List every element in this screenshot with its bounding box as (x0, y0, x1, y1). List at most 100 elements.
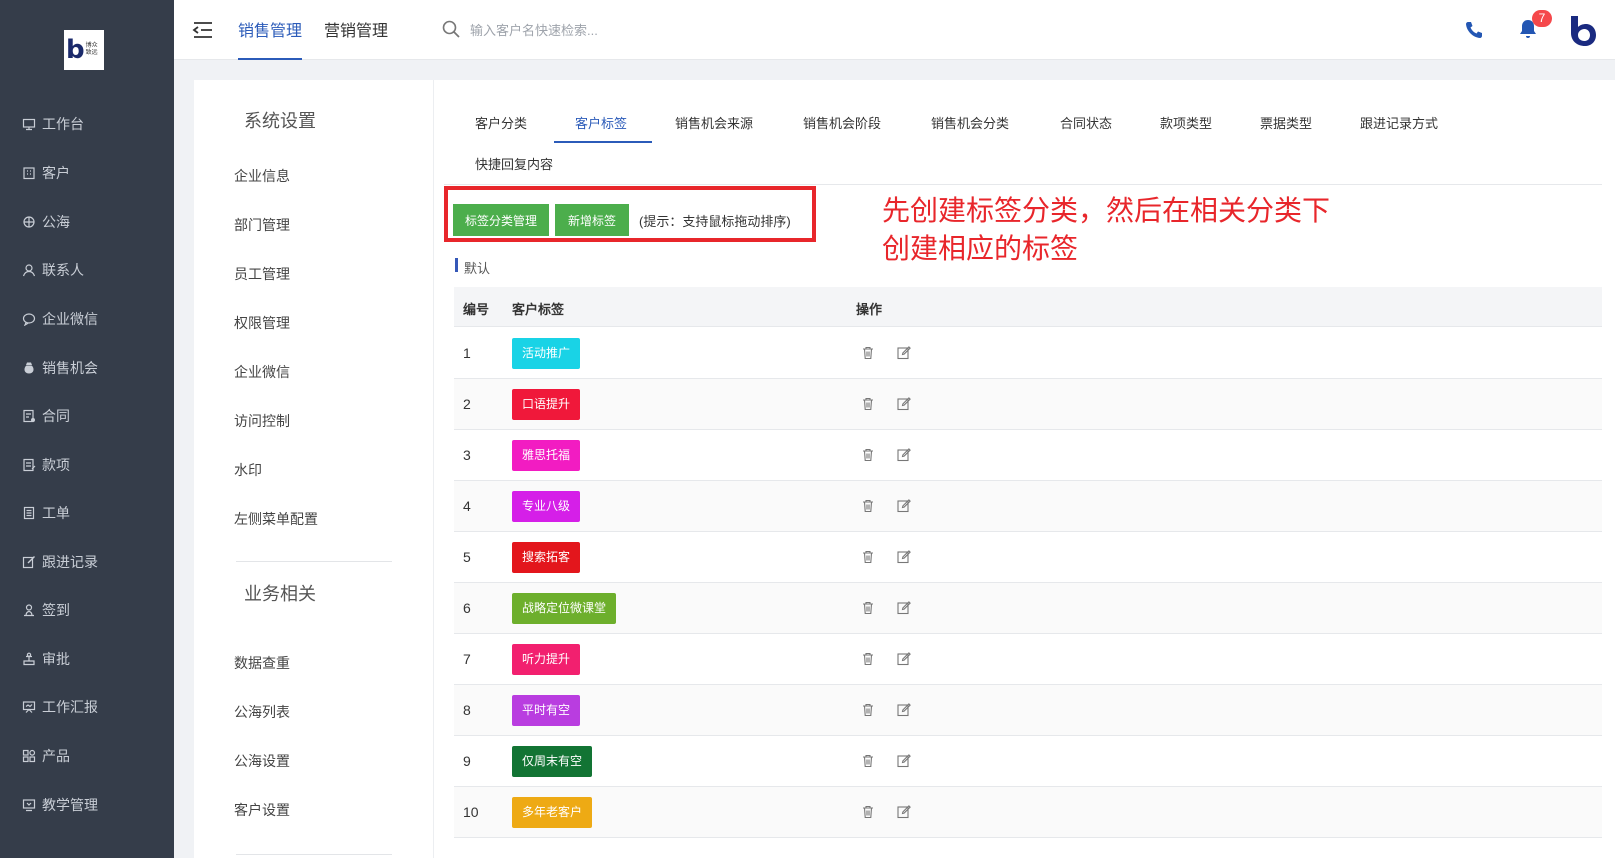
active-tab-indicator (554, 141, 652, 143)
edit-icon[interactable] (896, 651, 912, 667)
customer-tag: 听力提升 (512, 644, 581, 675)
delete-icon[interactable] (860, 651, 876, 667)
customer-search-input[interactable] (470, 18, 730, 42)
ship-icon (22, 215, 36, 229)
logo-text: 博众致远 (85, 43, 98, 56)
nav-item-5[interactable]: 销售机会 (22, 356, 98, 380)
system-settings-title: 系统设置 (244, 111, 316, 131)
content-tab[interactable]: 款项类型 (1160, 113, 1212, 132)
nav-item-2[interactable]: 公海 (22, 210, 70, 234)
system-setting-item[interactable]: 员工管理 (234, 264, 290, 284)
manage-tag-categories-button[interactable]: 标签分类管理 (453, 204, 549, 236)
nav-item-13[interactable]: 产品 (22, 744, 70, 768)
system-setting-item[interactable]: 部门管理 (234, 215, 290, 235)
header-tab-sales[interactable]: 销售管理 (238, 17, 303, 60)
delete-icon[interactable] (860, 753, 876, 769)
nav-item-14[interactable]: 教学管理 (22, 793, 98, 817)
edit-icon[interactable] (896, 498, 912, 514)
system-setting-item[interactable]: 访问控制 (234, 411, 290, 431)
edit-icon[interactable] (896, 702, 912, 718)
nav-item-label: 企业微信 (42, 311, 98, 327)
system-setting-item[interactable]: 企业微信 (234, 362, 290, 382)
system-setting-item[interactable]: 企业信息 (234, 166, 290, 186)
edit-icon[interactable] (896, 549, 912, 565)
table-row[interactable]: 4 专业八级 (454, 481, 1602, 532)
business-setting-item[interactable]: 客户设置 (234, 800, 290, 820)
row-number: 6 (463, 600, 471, 616)
table-row[interactable]: 1 活动推广 (454, 328, 1602, 379)
logo[interactable]: b 博众致远 (64, 30, 104, 70)
nav-item-label: 签到 (42, 602, 70, 618)
content-tab[interactable]: 销售机会分类 (931, 113, 1009, 132)
col-header-number: 编号 (463, 302, 490, 317)
delete-icon[interactable] (860, 396, 876, 412)
menu-collapse-icon[interactable] (192, 19, 214, 41)
settings-nav: 系统设置 企业信息部门管理员工管理权限管理企业微信访问控制水印左侧菜单配置 业务… (194, 80, 434, 858)
delete-icon[interactable] (860, 549, 876, 565)
sidebar: b 博众致远 工作台客户公海联系人企业微信销售机会合同款项工单跟进记录签到审批工… (0, 0, 174, 858)
table-row[interactable]: 2 口语提升 (454, 379, 1602, 430)
nav-item-label: 审批 (42, 651, 70, 667)
content-tab[interactable]: 合同状态 (1060, 113, 1112, 132)
annotation-text: 先创建标签分类，然后在相关分类下 创建相应的标签 (882, 192, 1422, 268)
header-tab-marketing[interactable]: 营销管理 (324, 17, 388, 60)
nav-item-9[interactable]: 跟进记录 (22, 550, 98, 574)
customer-tag: 多年老客户 (512, 797, 593, 828)
phone-icon[interactable] (1464, 20, 1484, 40)
table-row[interactable]: 9 仅周末有空 (454, 736, 1602, 787)
nav-item-0[interactable]: 工作台 (22, 112, 84, 136)
nav-item-11[interactable]: 审批 (22, 647, 70, 671)
table-row[interactable]: 6 战略定位微课堂 (454, 583, 1602, 634)
business-setting-item[interactable]: 公海设置 (234, 751, 290, 771)
brand-logo-icon[interactable] (1568, 14, 1598, 48)
delete-icon[interactable] (860, 345, 876, 361)
system-setting-item[interactable]: 权限管理 (234, 313, 290, 333)
content-tab[interactable]: 客户标签 (575, 113, 627, 132)
row-number: 10 (463, 804, 479, 820)
delete-icon[interactable] (860, 447, 876, 463)
nav-item-3[interactable]: 联系人 (22, 258, 84, 282)
business-setting-item[interactable]: 数据查重 (234, 653, 290, 673)
customer-tag: 专业八级 (512, 491, 581, 522)
content-tab[interactable]: 跟进记录方式 (1360, 113, 1438, 132)
table-row[interactable]: 10 多年老客户 (454, 787, 1602, 838)
ticket-icon (22, 506, 36, 520)
edit-icon[interactable] (896, 396, 912, 412)
content-tab[interactable]: 客户分类 (475, 113, 527, 132)
edit-icon[interactable] (896, 600, 912, 616)
delete-icon[interactable] (860, 600, 876, 616)
customer-tag: 活动推广 (512, 338, 581, 369)
nav-item-label: 跟进记录 (42, 554, 98, 570)
nav-item-6[interactable]: 合同 (22, 404, 70, 428)
content-tab[interactable]: 快捷回复内容 (475, 154, 553, 173)
table-row[interactable]: 3 雅思托福 (454, 430, 1602, 481)
add-tag-button[interactable]: 新增标签 (555, 204, 629, 236)
content-tab[interactable]: 销售机会阶段 (803, 113, 881, 132)
system-setting-item[interactable]: 左侧菜单配置 (234, 509, 318, 529)
table-row[interactable]: 8 平时有空 (454, 685, 1602, 736)
content-tab[interactable]: 销售机会来源 (675, 113, 753, 132)
nav-item-8[interactable]: 工单 (22, 501, 70, 525)
delete-icon[interactable] (860, 498, 876, 514)
nav-item-10[interactable]: 签到 (22, 598, 70, 622)
nav-item-12[interactable]: 工作汇报 (22, 695, 98, 719)
checkin-icon (22, 603, 36, 617)
edit-icon[interactable] (896, 345, 912, 361)
delete-icon[interactable] (860, 804, 876, 820)
customer-tag: 战略定位微课堂 (512, 593, 617, 624)
content-tab[interactable]: 票据类型 (1260, 113, 1312, 132)
table-row[interactable]: 7 听力提升 (454, 634, 1602, 685)
edit-icon[interactable] (896, 753, 912, 769)
system-setting-item[interactable]: 水印 (234, 460, 262, 480)
nav-item-label: 产品 (42, 748, 70, 764)
table-row[interactable]: 5 搜索拓客 (454, 532, 1602, 583)
nav-item-7[interactable]: 款项 (22, 453, 70, 477)
row-number: 8 (463, 702, 471, 718)
delete-icon[interactable] (860, 702, 876, 718)
nav-item-1[interactable]: 客户 (22, 161, 70, 185)
edit-icon[interactable] (896, 447, 912, 463)
business-setting-item[interactable]: 公海列表 (234, 702, 290, 722)
edit-icon[interactable] (896, 804, 912, 820)
business-settings-title: 业务相关 (244, 584, 316, 604)
nav-item-4[interactable]: 企业微信 (22, 307, 98, 331)
